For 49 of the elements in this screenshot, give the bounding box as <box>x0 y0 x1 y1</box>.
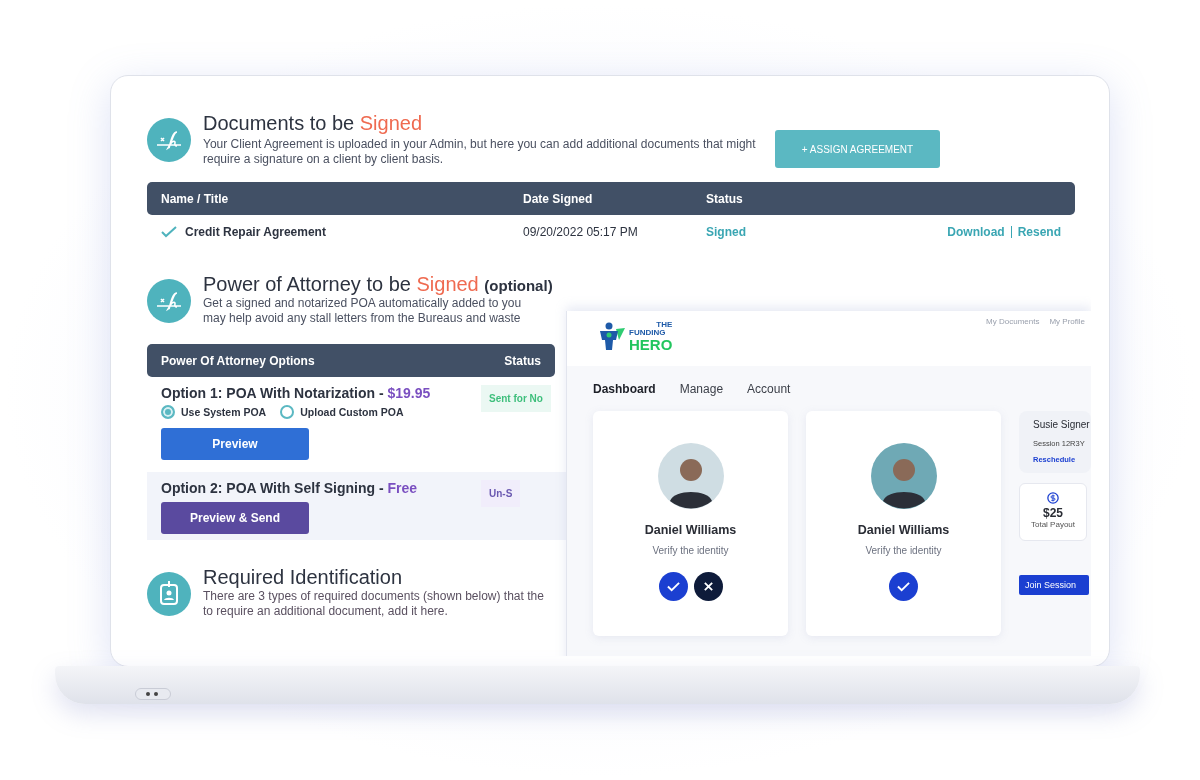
document-name: Credit Repair Agreement <box>185 225 326 239</box>
preview-button[interactable]: Preview & Send <box>161 502 309 534</box>
section-description: may help avoid any stall letters from the Bureaus and waste <box>203 311 521 326</box>
date-signed: 09/20/2022 05:17 PM <box>523 225 639 239</box>
section-title: Documents to be Signed <box>203 112 423 135</box>
payout-label: Total Payout <box>1031 520 1075 529</box>
column-header: Status <box>706 191 744 206</box>
column-header: Power Of Attorney Options <box>161 353 316 368</box>
section-description: Your Client Agreement is uploaded in your Admin, but here you can add additional documents that might require a signature on a client by client basis. <box>203 137 757 167</box>
card-subtitle: Verify the identity <box>865 545 942 556</box>
status-badge: Un-S <box>481 480 521 507</box>
person-name: Daniel Williams <box>857 523 950 537</box>
nav-tab[interactable]: Dashboard <box>593 382 656 396</box>
option-title: Option 2: POA With Self Signing - Free <box>161 480 419 496</box>
column-header: Name / Title <box>161 191 230 206</box>
preview-button[interactable]: Preview <box>161 428 309 460</box>
section-title: Required Identification <box>203 566 402 589</box>
column-header: Status <box>504 353 541 368</box>
option-title: Option 1: POA With Notarization - $19.95 <box>161 385 432 401</box>
section-title: Power of Attorney to be Signed (optional) <box>203 273 553 296</box>
avatar-silhouette <box>657 443 724 509</box>
check-icon <box>897 581 910 592</box>
id-badge-icon <box>147 572 191 616</box>
signer-name: Susie Signer <box>1033 419 1091 430</box>
column-header: Date Signed <box>523 191 594 206</box>
nav-tab[interactable]: Account <box>747 382 791 396</box>
section-description: to require an additional document, add it here. <box>203 604 448 619</box>
radio-option[interactable]: Use System POA <box>161 405 267 419</box>
section-description: Get a signed and notarized POA automatically added to you <box>203 296 522 311</box>
brand-logo-text: THE FUNDING HERO <box>629 320 673 352</box>
signature-icon <box>147 118 191 162</box>
radio-option[interactable]: Upload Custom POA <box>280 405 404 419</box>
approve-button[interactable] <box>889 572 918 601</box>
person-name: Daniel Williams <box>644 523 737 537</box>
payout-amount: $25 <box>1043 506 1063 520</box>
card-subtitle: Verify the identity <box>652 545 729 556</box>
check-icon <box>666 581 680 592</box>
approve-button[interactable] <box>658 572 688 601</box>
status-text: Signed <box>706 225 747 239</box>
join-session-button[interactable]: Join Session <box>1019 575 1089 595</box>
close-icon <box>701 581 715 592</box>
avatar-silhouette <box>870 443 937 509</box>
signature-icon <box>147 279 191 323</box>
port-icon <box>135 688 171 700</box>
reject-button[interactable] <box>693 572 723 601</box>
nav-tab[interactable]: Manage <box>679 382 724 396</box>
dollar-icon <box>1047 492 1059 504</box>
status-badge: Sent for No <box>481 385 551 412</box>
section-description: There are 3 types of required documents (shown below) that the <box>203 589 544 604</box>
